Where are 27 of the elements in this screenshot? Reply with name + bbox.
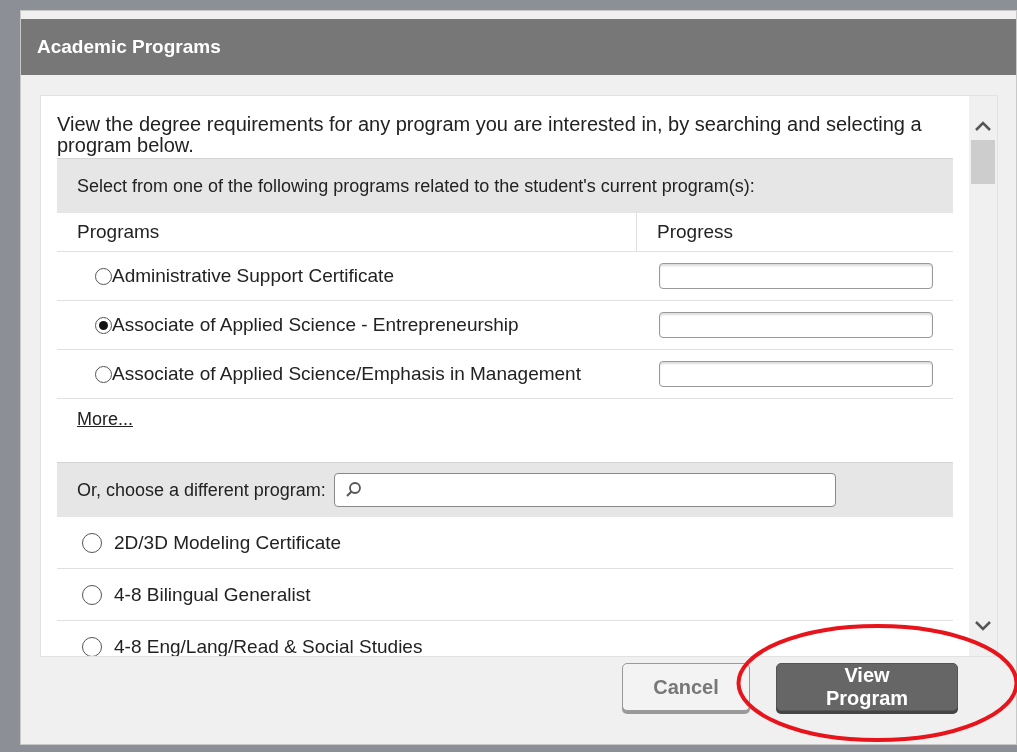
- program-name[interactable]: 4-8 Eng/Lang/Read & Social Studies: [114, 635, 423, 656]
- search-icon: [344, 481, 363, 499]
- program-name[interactable]: 4-8 Bilingual Generalist: [114, 583, 311, 606]
- intro-text: View the degree requirements for any program you are interested in, by searching and selecting a program below.: [57, 114, 923, 158]
- radio-button[interactable]: [82, 532, 102, 553]
- program-name[interactable]: Associate of Applied Science/Emphasis in Management: [112, 363, 581, 385]
- more-link[interactable]: More...: [77, 409, 133, 430]
- scroll-thumb[interactable]: [971, 140, 995, 184]
- window-title: Academic Programs: [37, 36, 221, 58]
- scroll-up-icon[interactable]: [974, 120, 992, 132]
- scrollbar[interactable]: [969, 96, 997, 656]
- radio-button[interactable]: [95, 365, 112, 383]
- program-name[interactable]: Associate of Applied Science - Entrepreneurship: [112, 314, 519, 336]
- search-label: Or, choose a different program:: [77, 479, 326, 501]
- section-heading: Select from one of the following programs related to the student's current program(s):: [77, 175, 755, 197]
- program-name[interactable]: 2D/3D Modeling Certificate: [114, 531, 342, 554]
- radio-button[interactable]: [82, 636, 102, 656]
- scroll-down-icon[interactable]: [974, 620, 992, 632]
- program-name[interactable]: Administrative Support Certificate: [112, 265, 394, 287]
- column-header: Progress: [656, 220, 735, 244]
- cancel-button[interactable]: Cancel: [622, 663, 750, 711]
- radio-button[interactable]: [95, 316, 112, 334]
- search-field[interactable]: [333, 473, 836, 507]
- view-program-button[interactable]: View Program: [776, 663, 958, 711]
- column-header: Programs: [57, 213, 637, 251]
- radio-button[interactable]: [82, 584, 102, 605]
- radio-button[interactable]: [95, 267, 112, 285]
